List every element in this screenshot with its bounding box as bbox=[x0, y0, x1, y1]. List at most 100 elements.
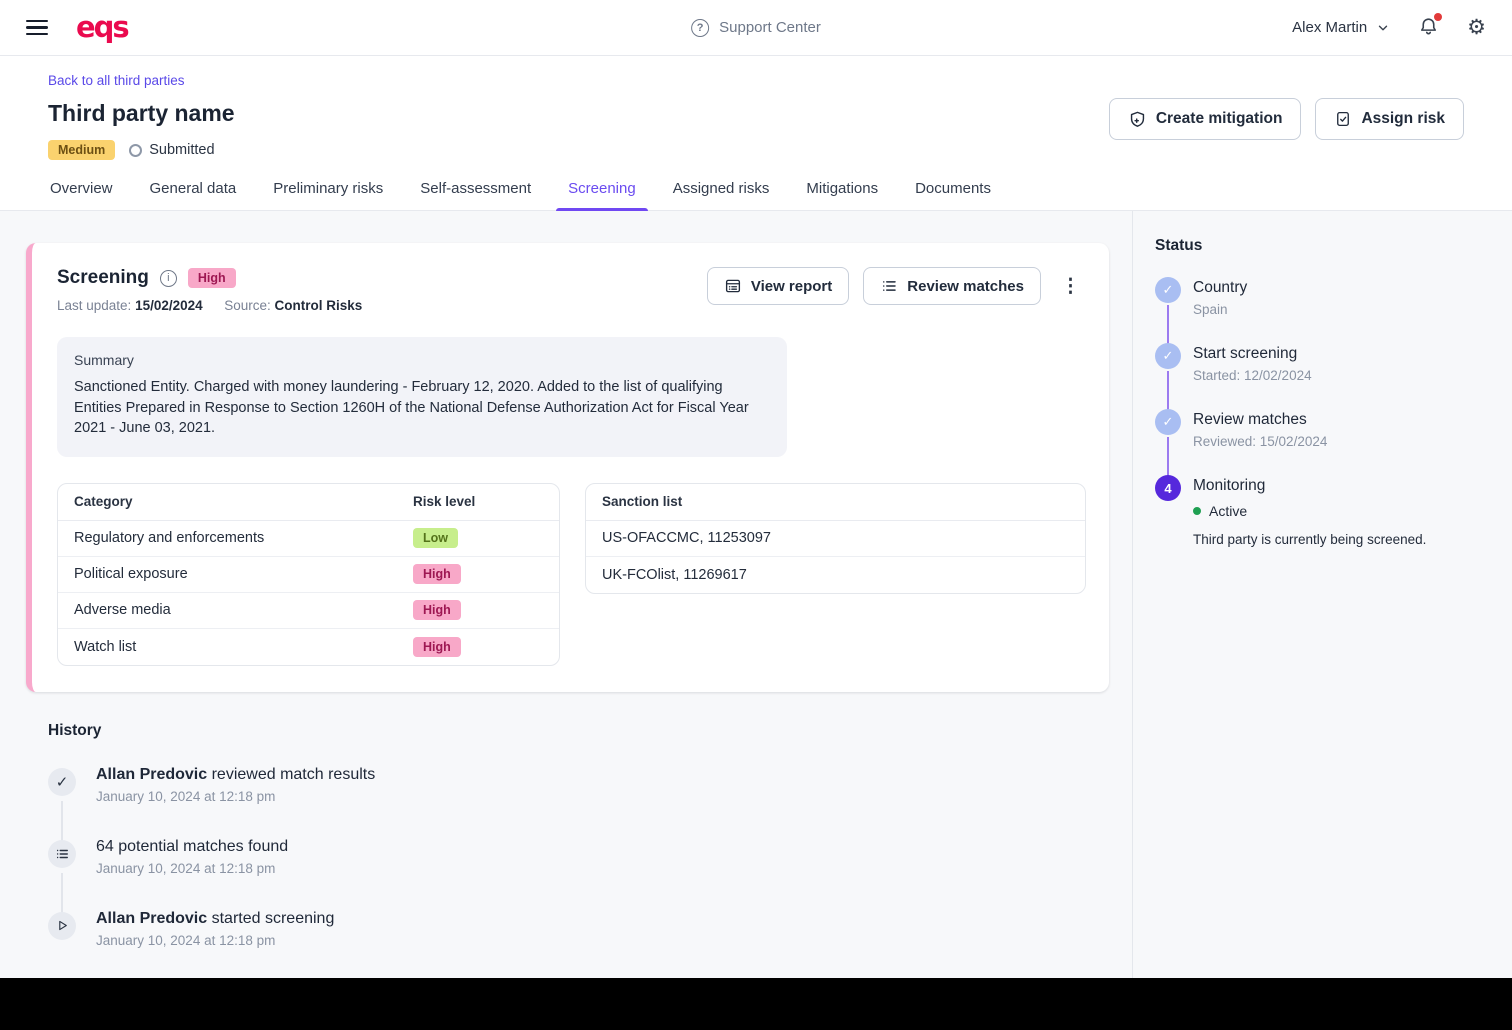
footer-bar bbox=[0, 978, 1512, 1030]
status-step-country: ✓ Country Spain bbox=[1155, 277, 1488, 345]
tab-documents[interactable]: Documents bbox=[913, 172, 993, 210]
create-mitigation-label: Create mitigation bbox=[1155, 110, 1283, 127]
history-actor: Allan Predovic bbox=[96, 909, 208, 927]
history-section: History ✓ Allan Predovic reviewed match … bbox=[48, 722, 1109, 956]
risk-badge-low: Low bbox=[413, 528, 458, 549]
sanction-list-header: Sanction list bbox=[602, 494, 683, 510]
page-header: Back to all third parties Third party na… bbox=[0, 56, 1512, 160]
screening-risk-badge: High bbox=[187, 268, 236, 288]
topbar: eqs ? Support Center Alex Martin ⚙ bbox=[0, 0, 1512, 56]
view-report-label: View report bbox=[750, 277, 833, 295]
play-icon bbox=[48, 911, 76, 940]
tab-assigned-risks[interactable]: Assigned risks bbox=[671, 172, 772, 210]
page-title: Third party name bbox=[48, 100, 235, 126]
risk-badge-high: High bbox=[413, 564, 461, 585]
report-icon bbox=[725, 279, 740, 293]
risk-badge-high: High bbox=[413, 600, 461, 621]
view-report-button[interactable]: View report bbox=[706, 267, 850, 305]
source-value: Control Risks bbox=[274, 298, 363, 313]
chevron-down-icon bbox=[1378, 25, 1388, 30]
category-cell: Adverse media bbox=[74, 602, 171, 619]
active-dot-icon bbox=[1193, 507, 1201, 515]
tab-self-assessment[interactable]: Self-assessment bbox=[418, 172, 533, 210]
history-timestamp: January 10, 2024 at 12:18 pm bbox=[96, 860, 276, 876]
active-label: Active bbox=[1209, 503, 1248, 519]
screening-meta: Last update: 15/02/2024 Source: Control … bbox=[57, 298, 362, 313]
step-check-icon: ✓ bbox=[1155, 343, 1181, 369]
create-mitigation-button[interactable]: Create mitigation bbox=[1108, 98, 1302, 140]
tab-preliminary-risks[interactable]: Preliminary risks bbox=[271, 172, 385, 210]
tab-bar: Overview General data Preliminary risks … bbox=[0, 172, 1512, 211]
notification-dot bbox=[1434, 13, 1443, 21]
table-row: Political exposure High bbox=[58, 557, 559, 593]
category-table: Category Risk level Regulatory and enfor… bbox=[57, 482, 560, 666]
sanction-list-table: Sanction list US-OFACCMC, 11253097 UK-FC… bbox=[585, 482, 1086, 594]
risk-badge-medium: Medium bbox=[48, 140, 116, 160]
screening-card-title: Screening bbox=[57, 267, 149, 288]
table-row: Adverse media High bbox=[58, 593, 559, 629]
risk-level-header: Risk level bbox=[413, 494, 476, 510]
kebab-menu-icon[interactable]: ⋮ bbox=[1055, 273, 1086, 300]
review-matches-button[interactable]: Review matches bbox=[863, 267, 1041, 305]
table-row: Regulatory and enforcements Low bbox=[58, 521, 559, 557]
submitted-status: Submitted bbox=[129, 142, 215, 158]
tab-general-data[interactable]: General data bbox=[148, 172, 239, 210]
last-update-value: 15/02/2024 bbox=[135, 298, 203, 313]
info-icon[interactable]: i bbox=[159, 269, 177, 287]
step-sub: Started: 12/02/2024 bbox=[1193, 368, 1312, 383]
history-item: Allan Predovic started screening January… bbox=[48, 910, 1109, 956]
status-ring-icon bbox=[129, 143, 143, 157]
category-cell: Regulatory and enforcements bbox=[74, 530, 265, 547]
history-actor: Allan Predovic bbox=[96, 765, 208, 783]
main-area: Screening i High Last update: 15/02/2024… bbox=[0, 211, 1512, 978]
tab-screening[interactable]: Screening bbox=[556, 172, 648, 211]
history-item: ✓ Allan Predovic reviewed match results … bbox=[48, 765, 1109, 853]
category-cell: Political exposure bbox=[74, 566, 188, 583]
notifications-button[interactable] bbox=[1418, 13, 1443, 38]
hamburger-menu-icon[interactable] bbox=[26, 19, 48, 36]
status-step-start-screening: ✓ Start screening Started: 12/02/2024 bbox=[1155, 343, 1488, 411]
gear-icon: ⚙ bbox=[1467, 15, 1486, 39]
step-number: 4 bbox=[1155, 475, 1181, 501]
source-label: Source: bbox=[224, 298, 271, 313]
history-action: reviewed match results bbox=[207, 765, 376, 783]
settings-button[interactable]: ⚙ bbox=[1467, 17, 1486, 38]
review-matches-label: Review matches bbox=[907, 277, 1024, 295]
history-action: 64 potential matches found bbox=[96, 837, 289, 855]
risk-badge-high: High bbox=[413, 636, 461, 657]
table-row: Watch list High bbox=[58, 629, 559, 665]
summary-label: Summary bbox=[74, 352, 134, 368]
sanction-cell: US-OFACCMC, 11253097 bbox=[602, 530, 771, 547]
step-label: Review matches bbox=[1193, 411, 1307, 428]
submitted-label: Submitted bbox=[149, 142, 215, 158]
step-sub: Spain bbox=[1193, 302, 1228, 317]
back-link[interactable]: Back to all third parties bbox=[48, 73, 185, 88]
table-row: US-OFACCMC, 11253097 bbox=[586, 521, 1085, 557]
history-timestamp: January 10, 2024 at 12:18 pm bbox=[96, 932, 276, 948]
category-header: Category bbox=[74, 494, 133, 510]
history-timestamp: January 10, 2024 at 12:18 pm bbox=[96, 788, 276, 804]
last-update-label: Last update: bbox=[57, 298, 132, 313]
history-item: 64 potential matches found January 10, 2… bbox=[48, 837, 1109, 925]
list-icon bbox=[883, 281, 896, 291]
step-sub: Reviewed: 15/02/2024 bbox=[1193, 434, 1328, 449]
screening-card: Screening i High Last update: 15/02/2024… bbox=[26, 243, 1109, 692]
user-name: Alex Martin bbox=[1292, 19, 1368, 36]
step-label: Monitoring bbox=[1193, 477, 1266, 494]
step-label: Start screening bbox=[1193, 345, 1298, 362]
step-label: Country bbox=[1193, 279, 1248, 296]
tab-mitigations[interactable]: Mitigations bbox=[804, 172, 880, 210]
step-check-icon: ✓ bbox=[1155, 277, 1181, 303]
help-icon: ? bbox=[691, 18, 710, 37]
user-menu[interactable]: Alex Martin bbox=[1292, 19, 1390, 36]
assign-risk-label: Assign risk bbox=[1361, 110, 1445, 127]
support-center-link[interactable]: ? Support Center bbox=[691, 18, 821, 37]
summary-box: Summary Sanctioned Entity. Charged with … bbox=[57, 337, 787, 457]
status-title: Status bbox=[1155, 237, 1203, 254]
table-row: UK-FCOlist, 11269617 bbox=[586, 557, 1085, 593]
status-step-review-matches: ✓ Review matches Reviewed: 15/02/2024 bbox=[1155, 409, 1488, 477]
tab-overview[interactable]: Overview bbox=[48, 172, 115, 210]
status-sidebar: Status ✓ Country Spain ✓ Start screening… bbox=[1132, 211, 1512, 978]
eqs-logo: eqs bbox=[76, 10, 130, 44]
assign-risk-button[interactable]: Assign risk bbox=[1315, 98, 1464, 140]
